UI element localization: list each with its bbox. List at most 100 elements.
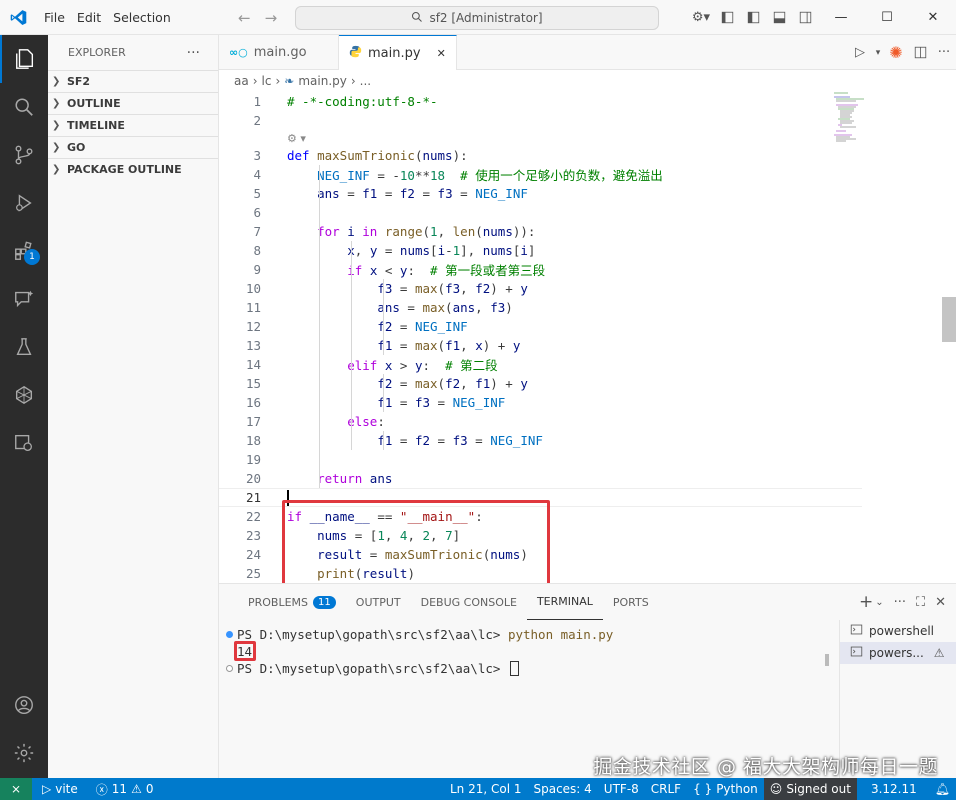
section-go[interactable]: ❯ GO bbox=[48, 136, 218, 158]
close-panel-icon[interactable]: ✕ bbox=[935, 595, 946, 610]
highlight-box bbox=[234, 641, 256, 661]
line-number: 19 bbox=[245, 452, 261, 467]
codelens-icon[interactable]: ⚙ ▾ bbox=[287, 130, 306, 146]
section-sf2[interactable]: ❯ SF2 bbox=[48, 70, 218, 92]
line-number: 17 bbox=[245, 414, 261, 429]
menu-selection[interactable]: Selection bbox=[107, 0, 177, 35]
error-count: 11 bbox=[111, 782, 128, 796]
problems-status[interactable]: ⓧ 11 ⚠ 0 bbox=[90, 778, 160, 800]
close-window-button[interactable]: ✕ bbox=[910, 0, 956, 35]
menu-edit[interactable]: Edit bbox=[71, 0, 107, 35]
tab-main-py[interactable]: main.py ✕ bbox=[339, 35, 457, 70]
warning-icon: ⚠ bbox=[131, 782, 142, 796]
command-center[interactable]: sf2 [Administrator] bbox=[295, 6, 659, 30]
extensions-badge: 1 bbox=[24, 249, 40, 265]
tab-ports[interactable]: PORTS bbox=[603, 584, 659, 620]
status-right: Ln 21, Col 1 Spaces: 4 UTF-8 CRLF { } Pyt… bbox=[444, 778, 956, 800]
chevron-right-icon: ❯ bbox=[52, 164, 61, 175]
tab-output[interactable]: OUTPUT bbox=[346, 584, 411, 620]
minimize-button[interactable]: — bbox=[818, 0, 864, 35]
breadcrumb-lc[interactable]: lc bbox=[262, 74, 272, 88]
forward-arrow-icon[interactable]: → bbox=[265, 9, 278, 27]
tab-problems[interactable]: PROBLEMS 11 bbox=[238, 584, 346, 620]
breadcrumb-main-py[interactable]: main.py bbox=[298, 74, 347, 88]
terminal-item-powershell[interactable]: powershell bbox=[840, 620, 956, 642]
extensions-icon[interactable]: 1 bbox=[0, 227, 48, 275]
section-label: TIMELINE bbox=[67, 119, 125, 132]
line-number: 3 bbox=[253, 148, 261, 163]
line-number: 2 bbox=[253, 113, 261, 128]
code-line: 11 ans = max(ans, f3) bbox=[219, 298, 869, 317]
new-terminal-icon[interactable]: + bbox=[859, 592, 873, 612]
section-outline[interactable]: ❯ OUTLINE bbox=[48, 92, 218, 114]
code-text: f1 = f2 = f3 = NEG_INF bbox=[377, 433, 543, 448]
language-mode[interactable]: { } Python bbox=[687, 778, 764, 800]
chevron-right-icon: ❯ bbox=[52, 76, 61, 87]
indentation[interactable]: Spaces: 4 bbox=[527, 778, 597, 800]
editor-scrollbar[interactable] bbox=[942, 92, 956, 583]
testing-icon[interactable] bbox=[0, 323, 48, 371]
line-number: 8 bbox=[253, 243, 261, 258]
section-timeline[interactable]: ❯ TIMELINE bbox=[48, 114, 218, 136]
remote-explorer-icon[interactable] bbox=[0, 419, 48, 467]
section-label: OUTLINE bbox=[67, 97, 121, 110]
encoding[interactable]: UTF-8 bbox=[598, 778, 645, 800]
more-actions-icon[interactable]: ··· bbox=[894, 595, 906, 610]
terminal-scrollbar[interactable] bbox=[825, 654, 829, 666]
more-actions-icon[interactable]: ··· bbox=[187, 45, 200, 61]
layout-icon[interactable] bbox=[714, 11, 740, 24]
account-status[interactable]: ☺ Signed out bbox=[763, 778, 857, 800]
run-dropdown-icon[interactable]: ▾ bbox=[872, 48, 884, 58]
line-number: 4 bbox=[253, 167, 261, 182]
chat-icon[interactable] bbox=[0, 275, 48, 323]
python-version[interactable]: 3.12.11 bbox=[865, 778, 923, 800]
source-control-icon[interactable] bbox=[0, 131, 48, 179]
section-label: PACKAGE OUTLINE bbox=[67, 163, 182, 176]
run-icon[interactable]: ▷ bbox=[848, 45, 872, 60]
editor-tabs: ∞○ main.go main.py ✕ ▷ ▾ ✺ ··· bbox=[219, 35, 956, 70]
run-debug-icon[interactable] bbox=[0, 179, 48, 227]
chevron-down-icon[interactable]: ⌄ bbox=[875, 597, 883, 608]
cursor-position[interactable]: Ln 21, Col 1 bbox=[444, 778, 528, 800]
close-tab-icon[interactable]: ✕ bbox=[437, 47, 446, 60]
toggle-panel-icon[interactable] bbox=[766, 11, 792, 24]
bottom-panel: PROBLEMS 11 OUTPUT DEBUG CONSOLE TERMINAL… bbox=[219, 583, 956, 779]
copilot-icon[interactable]: ⚙▾ bbox=[688, 10, 714, 25]
notifications-bell-icon[interactable]: 🔔︎ bbox=[929, 778, 956, 800]
search-icon[interactable] bbox=[0, 83, 48, 131]
line-number: 21 bbox=[245, 490, 261, 505]
code-editor[interactable]: 1 # -*-coding:utf-8-*- 2 ⚙ ▾ 3 def maxSumT… bbox=[219, 92, 956, 583]
toggle-secondary-sidebar-icon[interactable] bbox=[792, 11, 818, 24]
indent-guide bbox=[383, 279, 384, 355]
split-editor-icon[interactable] bbox=[908, 46, 932, 59]
tab-terminal[interactable]: TERMINAL bbox=[526, 584, 603, 620]
more-actions-icon[interactable]: ··· bbox=[932, 45, 956, 60]
code-text: f2 = NEG_INF bbox=[377, 319, 468, 334]
manage-gear-icon[interactable] bbox=[0, 729, 48, 777]
account-icon[interactable] bbox=[0, 681, 48, 729]
breadcrumb-more[interactable]: ... bbox=[360, 74, 371, 88]
minimap[interactable] bbox=[834, 92, 894, 152]
menu-file[interactable]: File bbox=[38, 0, 71, 35]
terminal-label: powershell bbox=[869, 624, 934, 638]
explorer-icon[interactable] bbox=[0, 35, 48, 83]
section-package-outline[interactable]: ❯ PACKAGE OUTLINE bbox=[48, 158, 218, 180]
tab-main-go[interactable]: ∞○ main.go bbox=[219, 35, 339, 70]
line-ending[interactable]: CRLF bbox=[645, 778, 687, 800]
tab-debug-console[interactable]: DEBUG CONSOLE bbox=[411, 584, 527, 620]
code-text: def maxSumTrionic(nums): bbox=[287, 148, 468, 163]
maximize-button[interactable]: ☐ bbox=[864, 0, 910, 35]
back-arrow-icon[interactable]: ← bbox=[238, 9, 251, 27]
remote-indicator-icon[interactable]: ⨯ bbox=[0, 778, 32, 800]
toggle-sidebar-icon[interactable] bbox=[740, 11, 766, 24]
breadcrumb-aa[interactable]: aa bbox=[234, 74, 249, 88]
terminal-item-powershell-active[interactable]: powers... ⚠ bbox=[840, 642, 956, 664]
vite-status[interactable]: ▷ vite bbox=[36, 778, 84, 800]
ai-toolkit-icon[interactable] bbox=[0, 371, 48, 419]
code-line: 12 f2 = NEG_INF bbox=[219, 317, 869, 336]
chevron-right-icon: ❯ bbox=[52, 120, 61, 131]
maximize-panel-icon[interactable]: ⛶ bbox=[916, 595, 925, 610]
code-text: NEG_INF = -10**18 # 使用一个足够小的负数，避免溢出 bbox=[317, 168, 663, 183]
scrollbar-thumb[interactable] bbox=[942, 297, 956, 342]
spark-icon[interactable]: ✺ bbox=[884, 43, 908, 62]
